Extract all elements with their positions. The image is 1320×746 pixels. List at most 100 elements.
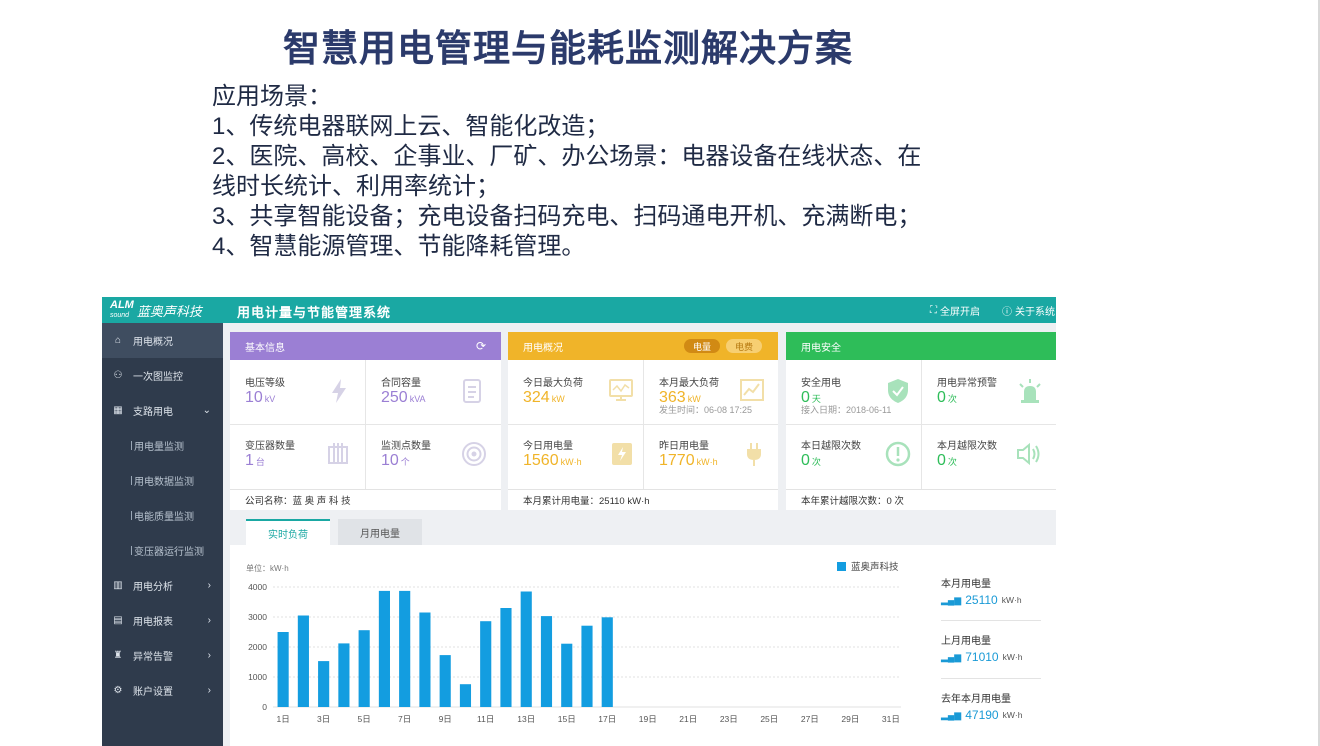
- alarm-light-icon: [1019, 379, 1041, 403]
- info-icon: ⓘ: [1002, 307, 1012, 318]
- slide-line: 1、传统电器联网上云、智能化改造；: [212, 113, 610, 140]
- app-screenshot: ALM sound 蓝奥声科技 用电计量与节能管理系统 ⛶ 全屏开启 ⓘ 关于系统 ⌂…: [102, 297, 1056, 746]
- bar-10日: [459, 684, 472, 707]
- sidebar-item-settings[interactable]: ⚙ 账户设置 ›: [102, 673, 223, 708]
- slide-title: 智慧用电管理与能耗监测解决方案: [283, 28, 853, 69]
- top-bar: ALM sound 蓝奥声科技 用电计量与节能管理系统 ⛶ 全屏开启 ⓘ 关于系统: [102, 297, 1056, 323]
- safety-card: 用电安全 安全用电 0天 接入日期：2018-06-11 用电异常预警 0次 本…: [786, 332, 1056, 510]
- monitor-icon: [609, 379, 633, 401]
- sidebar-item-quality-monitor[interactable]: 电能质量监测: [102, 498, 223, 533]
- fee-toggle[interactable]: 电费: [726, 339, 762, 353]
- sidebar-item-overview[interactable]: ⌂ 用电概况: [102, 323, 223, 358]
- x-tick-label: 13日: [517, 714, 535, 724]
- y-tick-label: 0: [262, 702, 267, 712]
- divider: [941, 620, 1041, 621]
- x-tick-label: 23日: [720, 714, 738, 724]
- chevron-right-icon: ›: [207, 650, 211, 661]
- diagram-icon: ⚇: [113, 370, 123, 381]
- sidebar: ⌂ 用电概况 ⚇ 一次图监控 ▦ 支路用电 ⌄ 用电量监测 用电数据监测 电能质量监测 …: [102, 323, 223, 746]
- fullscreen-icon: ⛶: [930, 305, 937, 316]
- bar-1日: [277, 632, 289, 707]
- sidebar-item-usage-monitor[interactable]: 用电量监测: [102, 428, 223, 463]
- slide-line: 2、医院、高校、企事业、厂矿、办公场景：电器设备在线状态、在: [212, 143, 922, 170]
- basic-info-card: 基本信息 ⟳ 电压等级 10 kV 合同容量 250 kVA 变压器数量 1台 监测…: [230, 332, 501, 510]
- system-title: 用电计量与节能管理系统: [237, 305, 392, 320]
- divider: [508, 424, 778, 425]
- target-icon: [462, 442, 486, 466]
- plug-icon: [747, 443, 761, 466]
- bar-16日: [581, 625, 593, 707]
- slide-line: 3、共享智能设备；充电设备扫码充电、扫码通电开机、充满断电；: [212, 203, 922, 230]
- chevron-down-icon: ⌄: [202, 405, 211, 416]
- y-tick-label: 2000: [248, 642, 267, 652]
- transformer-icon: [328, 443, 348, 464]
- x-tick-label: 17日: [598, 714, 616, 724]
- usage-footer: 本月累计用电量：25110 kW·h: [508, 489, 778, 510]
- divider: [786, 424, 1056, 425]
- refresh-icon[interactable]: ⟳: [476, 339, 486, 353]
- x-tick-label: 1日: [277, 714, 290, 724]
- bar-7日: [399, 590, 411, 707]
- slide-line: 应用场景：: [212, 83, 332, 110]
- bar-8日: [419, 612, 431, 707]
- slide-body: 应用场景： 1、传统电器联网上云、智能化改造； 2、医院、高校、企事业、厂矿、办…: [212, 82, 972, 262]
- safety-header: 用电安全: [786, 332, 1056, 360]
- x-tick-label: 31日: [882, 714, 900, 724]
- x-tick-label: 27日: [801, 714, 819, 724]
- tab-realtime-load[interactable]: 实时负荷: [246, 519, 330, 545]
- report-icon: ▤: [113, 615, 123, 626]
- stat-last-month: 上月用电量 ▂▄▆ 71010 kW·h: [941, 636, 1023, 664]
- x-tick-label: 5日: [358, 714, 371, 724]
- document-icon: [463, 379, 481, 403]
- bar-15日: [561, 643, 573, 707]
- chart-panel: 实时负荷 月用电量 单位：kW·h 0 1000 2000 3000 4000 1日 3日 5日…: [230, 517, 1056, 746]
- bar-6日: [378, 590, 390, 707]
- legend-label: 蓝奥声科技: [851, 561, 899, 573]
- sidebar-item-transformer-monitor[interactable]: 变压器运行监测: [102, 533, 223, 568]
- chart-tabs: 实时负荷 月用电量: [230, 517, 1056, 545]
- x-tick-label: 25日: [760, 714, 778, 724]
- x-tick-label: 9日: [439, 714, 452, 724]
- about-button[interactable]: ⓘ 关于系统: [1002, 303, 1055, 318]
- meter-icon: [612, 443, 632, 465]
- bar-chart: 单位：kW·h 0 1000 2000 3000 4000 1日 3日 5日 7日 9日 11日 13日…: [246, 561, 901, 724]
- bar-chart-icon: ▥: [113, 580, 123, 591]
- y-tick-label: 1000: [248, 672, 267, 682]
- bar-2日: [297, 615, 309, 707]
- safety-footer: 本年累计越限次数：0 次: [786, 489, 1056, 510]
- x-tick-label: 29日: [841, 714, 859, 724]
- x-tick-label: 3日: [317, 714, 330, 724]
- bar-14日: [540, 616, 553, 707]
- bar-13日: [520, 591, 532, 707]
- chevron-right-icon: ›: [207, 685, 211, 696]
- signal-bars-icon: ▂▄▆: [941, 594, 962, 605]
- sidebar-item-report[interactable]: ▤ 用电报表 ›: [102, 603, 223, 638]
- divider: [941, 678, 1041, 679]
- lightning-icon: [332, 379, 346, 403]
- stat-last-year-month: 去年本月用电量 ▂▄▆ 47190 kW·h: [941, 694, 1023, 722]
- tab-monthly-usage[interactable]: 月用电量: [338, 519, 422, 545]
- x-tick-label: 19日: [639, 714, 657, 724]
- exclamation-icon: [885, 441, 911, 467]
- y-axis-unit-label: 单位：kW·h: [246, 563, 289, 573]
- home-icon: ⌂: [114, 335, 122, 346]
- line-chart-icon: [740, 379, 764, 401]
- slide-line: 线时长统计、利用率统计；: [212, 173, 500, 200]
- sidebar-item-analysis[interactable]: ▥ 用电分析 ›: [102, 568, 223, 603]
- fullscreen-button[interactable]: ⛶ 全屏开启: [930, 303, 980, 318]
- y-tick-label: 4000: [248, 582, 267, 592]
- amount-toggle[interactable]: 电量: [684, 339, 720, 353]
- building-icon: ▦: [113, 405, 123, 416]
- alarm-icon: ♜: [113, 650, 123, 661]
- bar-4日: [338, 643, 350, 707]
- legend-swatch: [837, 562, 846, 571]
- bar-5日: [358, 630, 370, 707]
- x-tick-label: 11日: [477, 714, 494, 724]
- bar-3日: [318, 661, 330, 707]
- sidebar-item-alarm[interactable]: ♜ 异常告警 ›: [102, 638, 223, 673]
- sidebar-item-diagram[interactable]: ⚇ 一次图监控: [102, 358, 223, 393]
- speaker-icon: [1017, 442, 1040, 466]
- brand-alm: ALM sound: [110, 298, 134, 319]
- sidebar-item-data-monitor[interactable]: 用电数据监测: [102, 463, 223, 498]
- sidebar-item-branch[interactable]: ▦ 支路用电 ⌄: [102, 393, 223, 428]
